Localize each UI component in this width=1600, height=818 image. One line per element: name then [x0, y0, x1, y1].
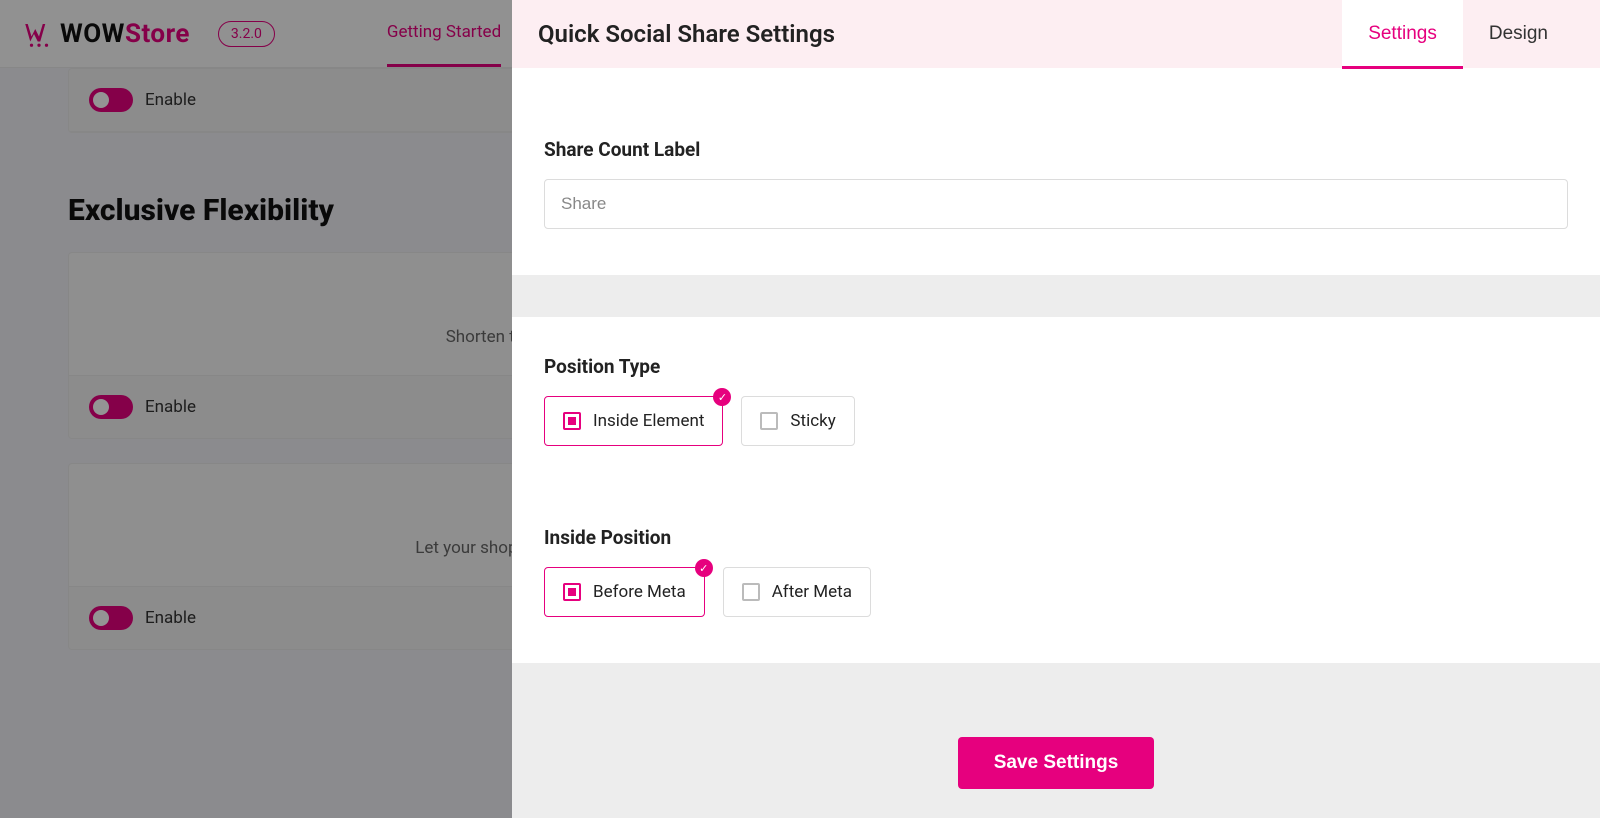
- option-label: Sticky: [790, 411, 835, 431]
- label-share-count: Share Count Label: [544, 138, 1568, 161]
- option-before-meta[interactable]: Before Meta: [544, 567, 705, 617]
- panel-body[interactable]: Share Count Label Position Type Inside E…: [512, 68, 1600, 818]
- section-position: Position Type Inside Element Sticky Insi…: [512, 317, 1600, 663]
- option-after-meta[interactable]: After Meta: [723, 567, 871, 617]
- panel-header: Quick Social Share Settings Settings Des…: [512, 0, 1600, 68]
- label-position-type: Position Type: [544, 355, 1568, 378]
- checkbox-icon: [760, 412, 778, 430]
- option-label: Inside Element: [593, 411, 704, 431]
- label-inside-position: Inside Position: [544, 466, 1568, 549]
- tab-design[interactable]: Design: [1463, 0, 1574, 68]
- option-label: After Meta: [772, 582, 852, 602]
- checkbox-icon: [563, 412, 581, 430]
- checkbox-icon: [563, 583, 581, 601]
- section-share-count: Share Count Label: [512, 68, 1600, 275]
- option-label: Before Meta: [593, 582, 686, 602]
- panel-footer: Save Settings: [512, 705, 1600, 818]
- input-share-count-label[interactable]: [544, 179, 1568, 229]
- position-type-options: Inside Element Sticky: [544, 396, 1568, 446]
- save-settings-button[interactable]: Save Settings: [958, 737, 1155, 789]
- option-sticky[interactable]: Sticky: [741, 396, 854, 446]
- checkbox-icon: [742, 583, 760, 601]
- tab-settings[interactable]: Settings: [1342, 0, 1463, 68]
- settings-side-panel: Quick Social Share Settings Settings Des…: [512, 0, 1600, 818]
- panel-title: Quick Social Share Settings: [538, 20, 835, 48]
- option-inside-element[interactable]: Inside Element: [544, 396, 723, 446]
- panel-tabs: Settings Design: [1342, 0, 1574, 68]
- inside-position-options: Before Meta After Meta: [544, 567, 1568, 617]
